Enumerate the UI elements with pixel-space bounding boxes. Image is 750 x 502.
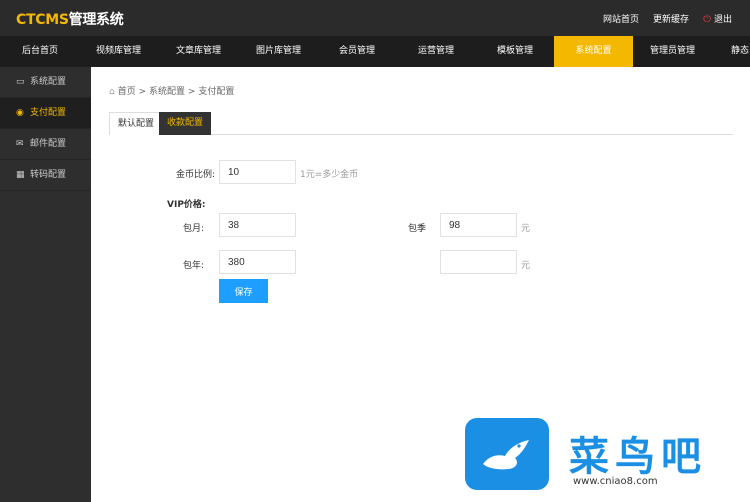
nav-item-video[interactable]: 视频库管理 [96, 36, 141, 67]
logo-brand: CTCMS [16, 12, 69, 28]
logo-suffix: 管理系统 [68, 12, 124, 28]
nav-item-dashboard[interactable]: 后台首页 [22, 36, 58, 67]
breadcrumb-home[interactable]: 首页 [118, 87, 136, 97]
home-icon: ⌂ [109, 87, 115, 97]
logout-label: 退出 [713, 15, 732, 25]
yearly-price-input[interactable] [219, 250, 296, 274]
watermark-logo [465, 418, 549, 490]
power-icon: ⏻ [703, 14, 711, 25]
nav-item-members[interactable]: 会员管理 [339, 36, 375, 67]
quarterly-price-input[interactable] [440, 213, 517, 237]
site-home-link[interactable]: 网站首页 [603, 12, 639, 25]
nav-item-static[interactable]: 静态 [731, 36, 749, 67]
grid-icon: ▦ [16, 170, 25, 180]
nav-item-image[interactable]: 图片库管理 [256, 36, 301, 67]
breadcrumb: ⌂ 首页 > 系统配置 > 支付配置 [109, 84, 234, 97]
refresh-cache-link[interactable]: 更新缓存 [653, 12, 689, 25]
quarterly-unit: 元 [521, 224, 531, 234]
main-nav: 后台首页 视频库管理 文章库管理 图片库管理 会员管理 运营管理 模板管理 系统… [0, 36, 750, 72]
breadcrumb-level2: 支付配置 [198, 87, 235, 97]
bird-icon [483, 440, 529, 470]
watermark-text: 菜鸟吧 [569, 433, 707, 480]
monthly-label: 包月: [182, 224, 204, 234]
logout-link[interactable]: ⏻ 退出 [703, 12, 732, 25]
config-tabs: 默认配置 收款配置 [109, 112, 733, 135]
monthly-price-input[interactable] [219, 213, 296, 237]
breadcrumb-separator: > [187, 87, 196, 97]
sidebar-item-label: 邮件配置 [30, 139, 67, 149]
nav-item-operations[interactable]: 运营管理 [418, 36, 454, 67]
sidebar: ▭ 系统配置 ◉ 支付配置 ✉ 邮件配置 ▦ 转码配置 [0, 67, 91, 502]
sidebar-item-transcode[interactable]: ▦ 转码配置 [0, 160, 91, 191]
quarterly-label: 包季 [407, 224, 426, 234]
monitor-icon: ▭ [16, 77, 25, 87]
coin-icon: ◉ [16, 108, 24, 118]
nav-item-templates[interactable]: 模板管理 [497, 36, 533, 67]
breadcrumb-separator: > [138, 87, 147, 97]
yearly-label: 包年: [182, 261, 204, 271]
tab-default-config[interactable]: 默认配置 [109, 112, 164, 135]
sidebar-item-label: 转码配置 [30, 170, 67, 180]
coin-ratio-input[interactable] [219, 160, 296, 184]
yearly-extra-input[interactable] [440, 250, 517, 274]
coin-ratio-label: 金币比例: [175, 170, 215, 180]
save-button[interactable]: 保存 [219, 279, 268, 303]
yearly-unit: 元 [521, 261, 531, 271]
app-logo[interactable]: CTCMS管理系统 [16, 9, 124, 29]
nav-item-article[interactable]: 文章库管理 [176, 36, 221, 67]
sidebar-item-payment[interactable]: ◉ 支付配置 [0, 98, 91, 129]
sidebar-item-mail[interactable]: ✉ 邮件配置 [0, 129, 91, 160]
top-links: 网站首页 更新缓存 ⏻ 退出 [603, 12, 732, 25]
mail-icon: ✉ [16, 139, 24, 149]
nav-item-admins[interactable]: 管理员管理 [650, 36, 695, 67]
nav-item-system-config[interactable]: 系统配置 [554, 36, 633, 72]
sidebar-item-label: 系统配置 [30, 77, 67, 87]
tab-payment-config[interactable]: 收款配置 [159, 112, 212, 135]
vip-price-title: VIP价格: [167, 200, 206, 210]
sidebar-item-system[interactable]: ▭ 系统配置 [0, 67, 91, 98]
coin-ratio-hint: 1元=多少金币 [300, 170, 359, 180]
sidebar-item-label: 支付配置 [30, 108, 67, 118]
top-bar: CTCMS管理系统 网站首页 更新缓存 ⏻ 退出 [0, 0, 750, 36]
breadcrumb-level1[interactable]: 系统配置 [149, 87, 185, 97]
nav-item-system-config-label: 系统配置 [575, 46, 612, 56]
watermark-url: www.cniao8.com [573, 476, 658, 487]
watermark: 菜鸟吧 www.cniao8.com [465, 418, 745, 498]
